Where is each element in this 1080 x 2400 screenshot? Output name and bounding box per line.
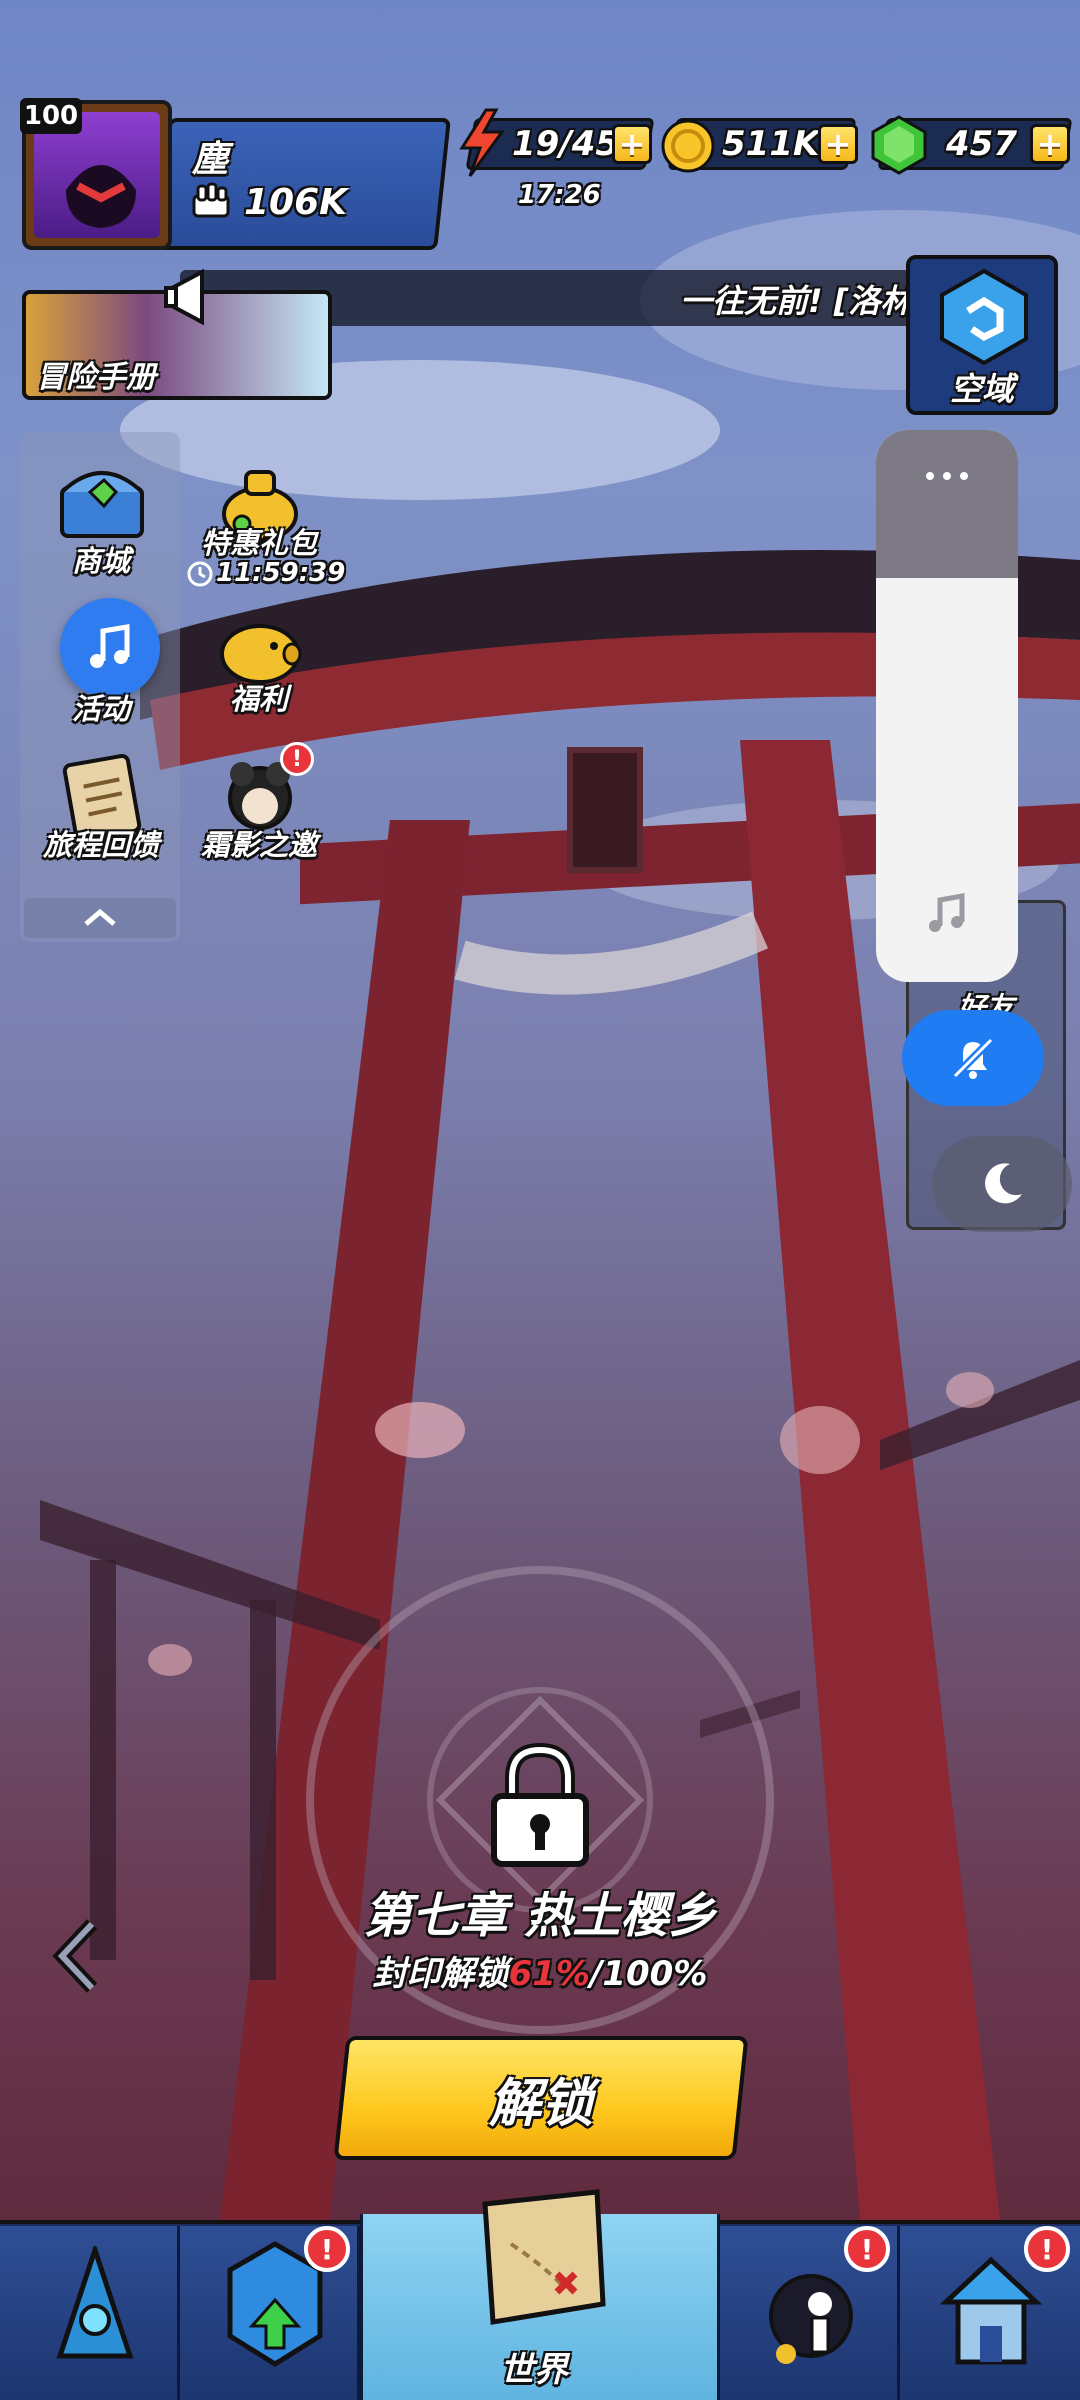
overlay-header [876, 430, 1018, 578]
special-pack-timer: 11:59:39 [216, 558, 346, 588]
frost-shadow-alert-badge: ! [280, 742, 314, 776]
seal-progress-value: 61% [508, 1954, 590, 1994]
music-floating-button[interactable] [60, 598, 160, 698]
music-note-icon [929, 893, 965, 932]
gem-value: 457 [946, 124, 1017, 164]
collapse-menu-button[interactable] [24, 898, 176, 938]
crystal-spire-icon [56, 2246, 134, 2359]
player-profile[interactable]: 100 塵 106K [20, 98, 451, 252]
upgrade-alert-badge: ! [304, 2226, 350, 2272]
treasure-chest-shop-icon[interactable] [54, 452, 150, 548]
menu-welfare-label[interactable]: 福利 [184, 676, 334, 718]
chevron-up-icon [84, 908, 116, 926]
music-note-icon [90, 624, 130, 668]
seal-prefix: 封印解锁 [372, 1954, 509, 1994]
bell-off-icon [952, 1037, 994, 1079]
chapter-title: 第七章 热土樱乡 [363, 1888, 717, 1944]
gold-coin-icon [661, 119, 715, 173]
menu-frost-invite-label[interactable]: 霜影之邀 [184, 822, 334, 864]
music-overlay-card[interactable] [876, 430, 1018, 982]
unlock-label: 解锁 [488, 2073, 593, 2134]
level-badge: 100 [20, 98, 82, 134]
energy-timer: 17:26 [518, 180, 601, 210]
night-mode-button[interactable] [932, 1136, 1072, 1232]
moon-icon [985, 1163, 1022, 1204]
seal-total: /100% [589, 1954, 708, 1994]
mute-notifications-button[interactable] [902, 1010, 1044, 1106]
green-gem-icon [871, 115, 927, 175]
unlock-chapter-button[interactable]: 解锁 [333, 2036, 749, 2160]
previous-chapter-arrow-icon[interactable] [52, 1918, 104, 1994]
gold-value: 511K [722, 124, 820, 164]
adventure-manual-label: 冒险手册 [36, 360, 156, 395]
megaphone-icon [164, 268, 204, 326]
lock-icon [491, 1742, 589, 1867]
clock-icon [187, 561, 213, 587]
menu-special-pack-label[interactable]: 特惠礼包 [184, 520, 334, 562]
lightning-energy-icon [459, 108, 505, 177]
nav-tab-heroes[interactable] [0, 2226, 180, 2400]
fist-power-icon [192, 182, 230, 218]
marquee-text: 一往无前! [洛林 [680, 282, 913, 320]
sky-domain-label: 空域 [950, 370, 1015, 408]
add-gems-button[interactable]: + [1030, 124, 1070, 164]
player-name: 塵 [192, 139, 229, 180]
characters-alert-badge: ! [844, 2226, 890, 2272]
avatar-mask-icon [66, 165, 136, 228]
menu-journey-feedback-label[interactable]: 旅程回馈 [26, 822, 176, 864]
shadow-creature-icon [769, 2274, 853, 2364]
menu-shop-label[interactable]: 商城 [26, 538, 176, 580]
treasure-map-icon [482, 2189, 606, 2325]
seal-progress-text: 封印解锁61%/100% [0, 1946, 1080, 1995]
add-energy-button[interactable]: + [612, 124, 652, 164]
add-gold-button[interactable]: + [818, 124, 858, 164]
world-tab-label: 世界 [500, 2350, 568, 2390]
sky-domain-emblem-icon [940, 268, 1028, 366]
energy-value: 19/45 [512, 124, 620, 164]
guild-house-icon [939, 2256, 1043, 2365]
more-dots-icon[interactable] [924, 470, 970, 482]
guild-alert-badge: ! [1024, 2226, 1070, 2272]
menu-events-label[interactable]: 活动 [26, 686, 176, 728]
power-value: 106K [244, 182, 348, 223]
